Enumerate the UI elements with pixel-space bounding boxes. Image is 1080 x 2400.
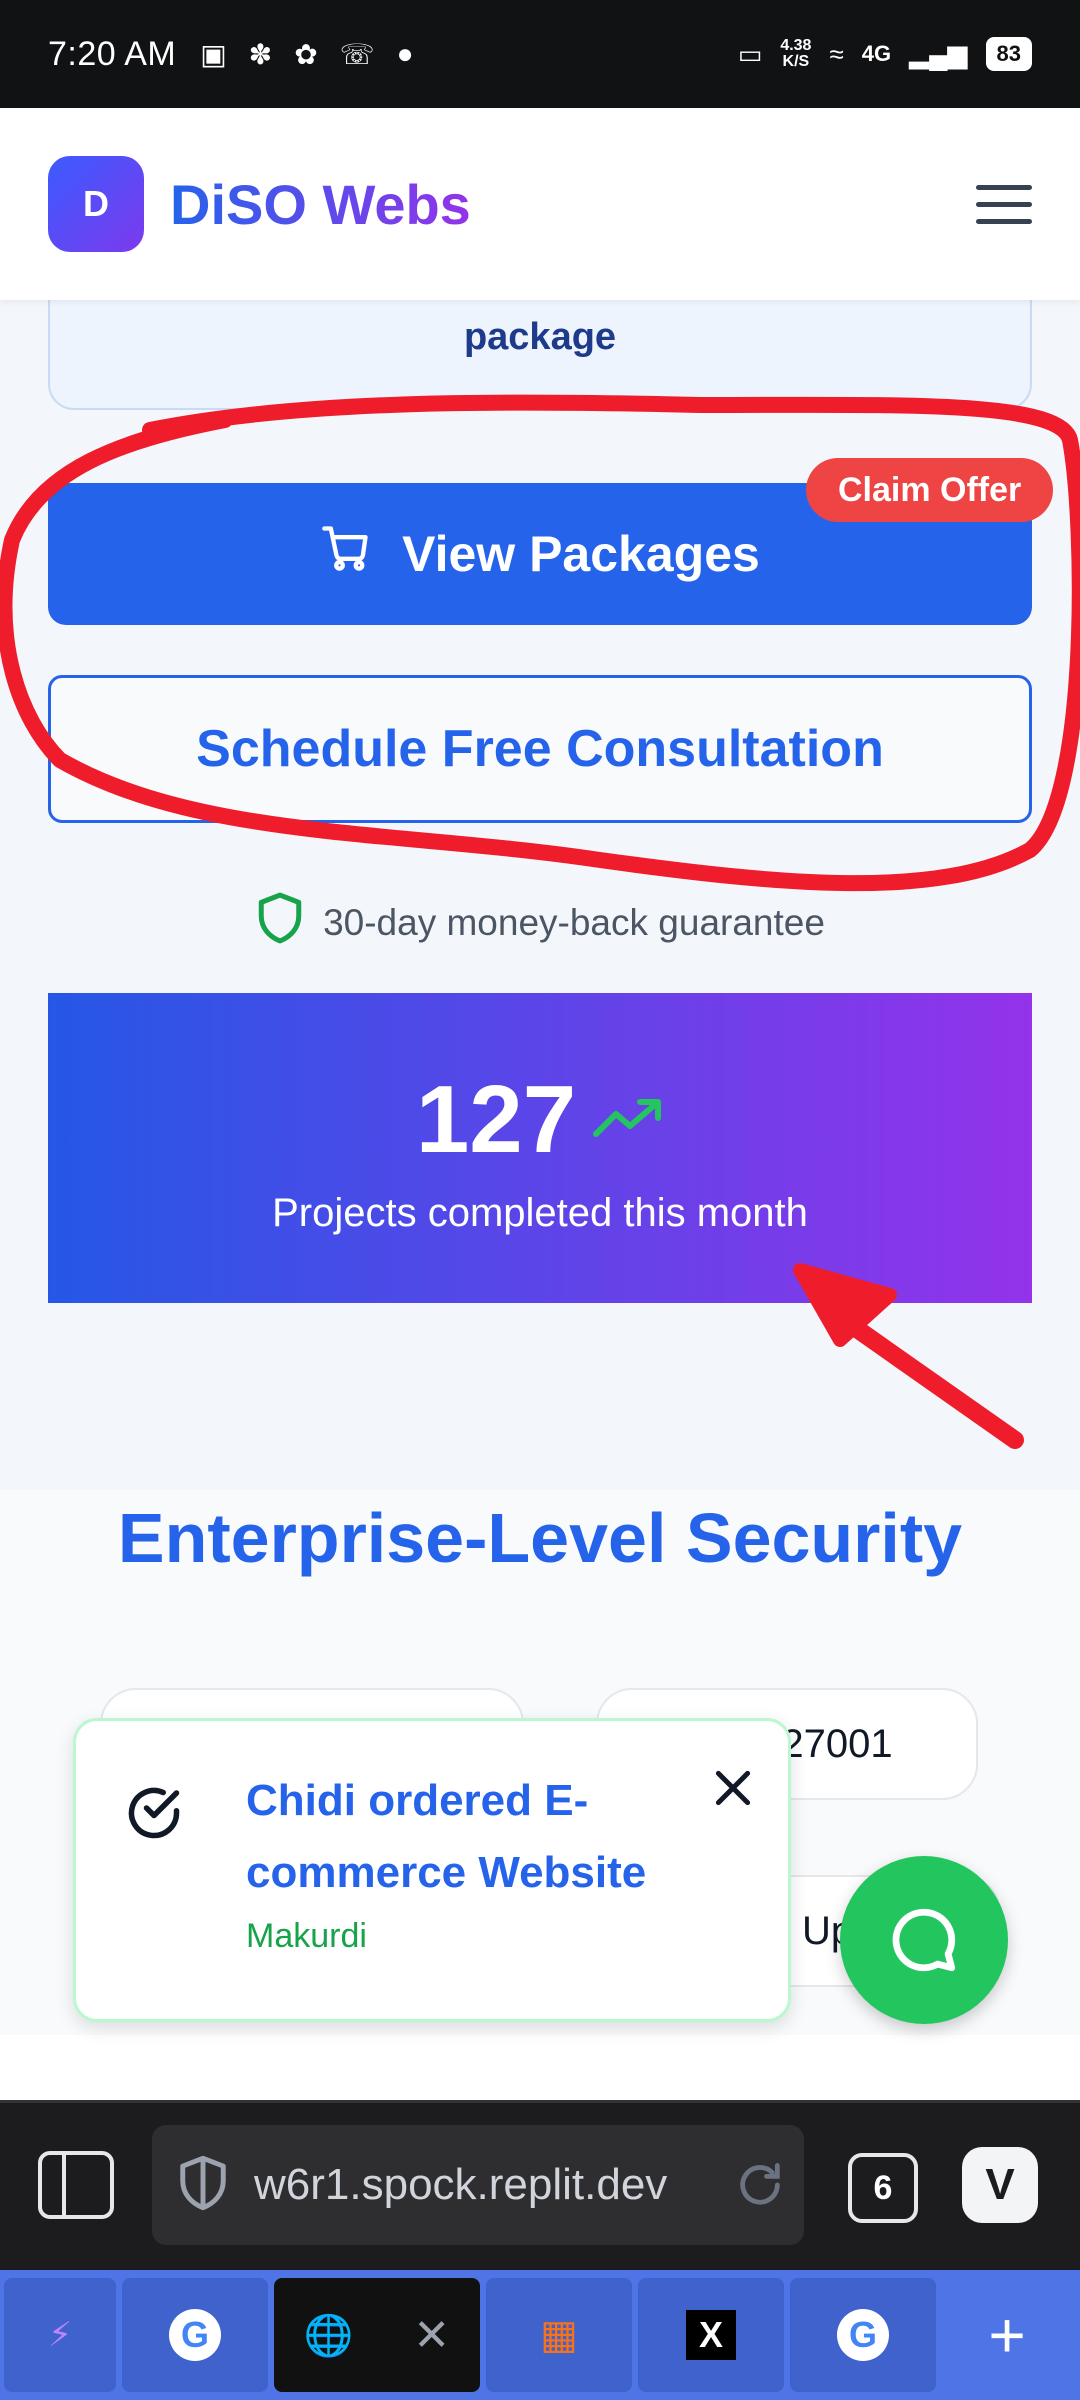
network-type: 4G <box>861 41 892 66</box>
app-icon: ▦ <box>540 2313 578 2357</box>
tab-item[interactable]: ▦ <box>486 2278 632 2392</box>
whatsapp-icon: ☏ <box>339 38 375 70</box>
projects-count: 127 <box>415 1066 577 1173</box>
address-bar[interactable]: w6r1.spock.replit.dev <box>152 2125 804 2245</box>
net-speed: 4.38 K/S <box>780 38 811 70</box>
hamburger-icon[interactable] <box>976 184 1032 224</box>
package-card-text: package <box>463 316 617 358</box>
guarantee-text: 30-day money-back guarantee <box>323 901 825 943</box>
google-icon: G <box>169 2309 221 2361</box>
screenshot-icon: ▣ <box>200 38 227 70</box>
tab-close-icon[interactable]: ✕ <box>413 2310 450 2361</box>
site-header: D DiSO Webs <box>0 108 1080 300</box>
tab-count-button[interactable]: 6 <box>848 2153 918 2223</box>
wifi-icon: ≈ <box>829 38 844 69</box>
tab-item[interactable]: X <box>638 2278 784 2392</box>
security-title: Enterprise-Level Security <box>117 1499 963 1577</box>
shield-icon <box>255 890 305 955</box>
pepper-icon: ✽ <box>248 38 273 70</box>
annotation-arrow-line <box>821 1301 1024 1449</box>
net-speed-value: 4.38 <box>780 37 812 54</box>
reload-icon[interactable] <box>734 2159 786 2211</box>
tab-strip: ⚡ G 🌐 ✕ ▦ X G + <box>0 2270 1080 2400</box>
globe-icon: 🌐 <box>303 2313 354 2358</box>
status-bar: 7:20 AM ▣ ✽ ✿ ☏ ● ▭ 4.38 K/S ≈ 4G ▂▄▆ 83 <box>0 0 1080 108</box>
chat-bubble-icon <box>892 1908 956 1972</box>
brand-name[interactable]: DiSO Webs <box>170 172 471 237</box>
trending-up-icon <box>592 1096 664 1145</box>
logo[interactable]: D <box>48 156 144 252</box>
vivaldi-menu-button[interactable]: V <box>962 2147 1038 2223</box>
cart-icon <box>320 522 372 586</box>
battery-icon: 83 <box>985 37 1032 71</box>
order-notification-toast: Chidi ordered E-commerce Website Makurdi <box>73 1718 791 2022</box>
net-speed-unit: K/S <box>782 53 810 70</box>
status-time: 7:20 AM <box>48 34 177 73</box>
new-tab-button[interactable]: + <box>942 2278 1072 2392</box>
dot-icon: ● <box>396 38 414 69</box>
toast-title: Chidi ordered E-commerce Website <box>246 1776 647 1897</box>
tab-item[interactable]: G <box>122 2278 268 2392</box>
fan-icon: ✿ <box>294 38 318 70</box>
toast-location: Makurdi <box>246 1917 367 1955</box>
stats-card: 127 Projects completed this month <box>48 993 1032 1303</box>
x-icon: X <box>686 2310 736 2360</box>
close-icon[interactable] <box>708 1763 758 1813</box>
vibrate-icon: ▭ <box>737 38 763 69</box>
whatsapp-chat-button[interactable] <box>840 1856 1008 2024</box>
signal-icon: ▂▄▆ <box>909 38 968 69</box>
check-circle-icon <box>128 1787 180 1839</box>
notification-icons: ▣ ✽ ✿ ☏ ● <box>200 38 413 71</box>
projects-label: Projects completed this month <box>272 1191 808 1235</box>
guarantee-row: 30-day money-back guarantee <box>0 890 1080 955</box>
page-bottom-strip <box>0 2035 1080 2100</box>
panel-toggle-button[interactable] <box>38 2151 114 2219</box>
browser-toolbar: w6r1.spock.replit.dev 6 V <box>0 2100 1080 2270</box>
status-right: ▭ 4.38 K/S ≈ 4G ▂▄▆ 83 <box>738 37 1032 71</box>
google-icon: G <box>837 2309 889 2361</box>
view-packages-label: View Packages <box>402 526 760 582</box>
url-text[interactable]: w6r1.spock.replit.dev <box>254 2160 724 2210</box>
tab-item[interactable]: ⚡ <box>4 2278 116 2392</box>
bolt-icon: ⚡ <box>48 2316 72 2354</box>
tab-item[interactable]: G <box>790 2278 936 2392</box>
claim-offer-badge[interactable]: Claim Offer <box>806 458 1054 522</box>
schedule-consultation-button[interactable]: Schedule Free Consultation <box>48 675 1032 823</box>
tab-item-active[interactable]: 🌐 ✕ <box>274 2278 480 2392</box>
shield-icon[interactable] <box>176 2153 230 2218</box>
